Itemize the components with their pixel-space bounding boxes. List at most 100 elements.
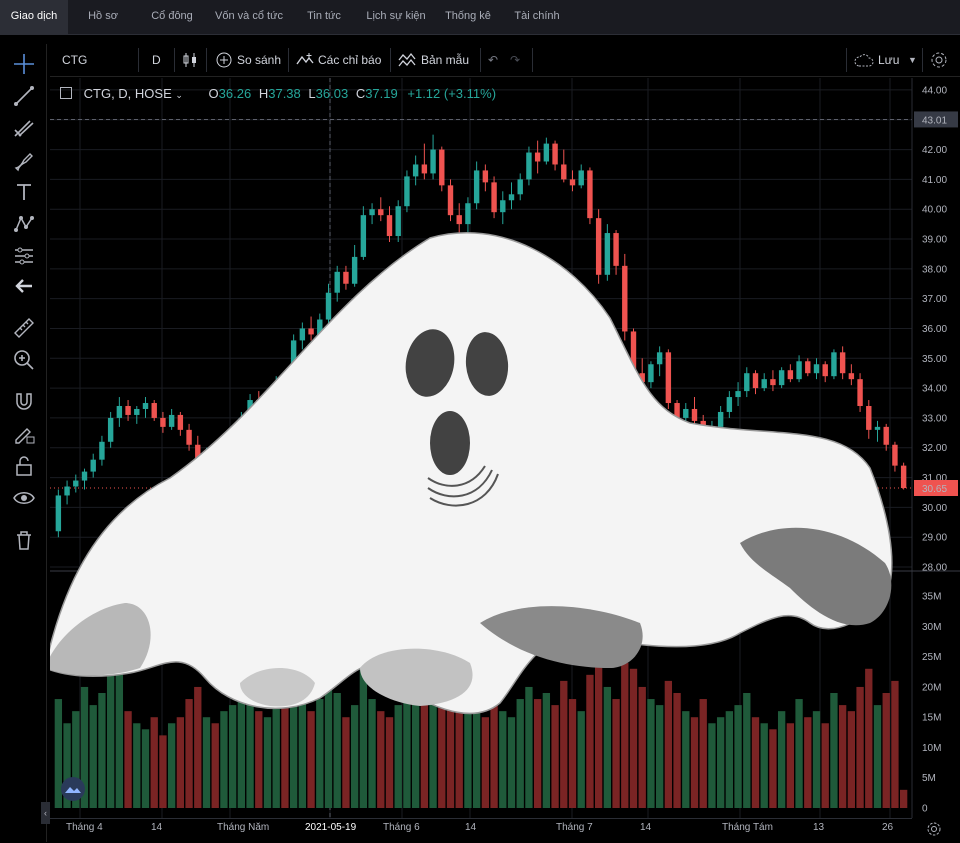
fib-tool-icon[interactable] bbox=[12, 116, 36, 140]
redo-icon[interactable]: ↷ bbox=[510, 44, 520, 76]
scroll-left-handle[interactable]: ‹ bbox=[41, 802, 50, 824]
price-tick-label: 38.00 bbox=[922, 264, 947, 275]
candle-body bbox=[473, 170, 480, 204]
volume-tick-label: 0 bbox=[922, 804, 928, 815]
volume-bar bbox=[594, 656, 603, 808]
x-tick-label: Tháng 4 bbox=[66, 822, 103, 833]
time-axis[interactable] bbox=[50, 818, 912, 843]
templates-icon[interactable] bbox=[398, 52, 416, 68]
volume-bar bbox=[786, 723, 795, 808]
text-tool-icon[interactable] bbox=[12, 180, 36, 204]
candle-body bbox=[81, 471, 88, 481]
crosshair-icon[interactable] bbox=[12, 52, 36, 76]
tab-von-va-co-tuc[interactable]: Vốn và cổ tức bbox=[210, 0, 288, 34]
tab-giao-dich[interactable]: Giao dịch bbox=[0, 0, 68, 34]
gear-icon[interactable] bbox=[926, 821, 942, 837]
tab-ho-so[interactable]: Hồ sơ bbox=[76, 0, 130, 34]
tab-lich-su-kien[interactable]: Lịch sự kiện bbox=[360, 0, 432, 34]
volume-bar bbox=[159, 735, 167, 808]
candle-body bbox=[508, 194, 515, 201]
templates-button[interactable]: Bản mẫu bbox=[421, 44, 469, 76]
volume-bar bbox=[795, 699, 803, 808]
ghost-illustration bbox=[50, 232, 893, 714]
price-tick-label: 40.00 bbox=[922, 205, 947, 216]
price-tick-label: 30.00 bbox=[922, 503, 947, 514]
volume-bar bbox=[533, 699, 542, 808]
candle-body bbox=[744, 373, 750, 392]
volume-bar bbox=[342, 717, 350, 808]
low-value: 36.03 bbox=[315, 86, 349, 101]
volume-tick-label: 30M bbox=[922, 622, 941, 633]
trash-icon[interactable] bbox=[12, 528, 36, 552]
volume-bar bbox=[202, 717, 211, 808]
save-button[interactable]: Lưu bbox=[878, 44, 899, 76]
candle-body bbox=[813, 364, 820, 374]
eye-icon[interactable] bbox=[12, 486, 36, 510]
volume-bar bbox=[673, 693, 681, 808]
change-value: +1.12 (+3.11%) bbox=[407, 86, 497, 101]
price-tick-label: 42.00 bbox=[922, 145, 947, 156]
tab-tai-chinh[interactable]: Tài chính bbox=[506, 0, 568, 34]
interval-button[interactable]: D bbox=[152, 44, 161, 76]
cloud-icon[interactable] bbox=[854, 53, 874, 67]
candle-body bbox=[805, 361, 811, 374]
volume-bar bbox=[176, 717, 185, 808]
volume-bar bbox=[655, 705, 664, 808]
chart-toolbar: CTG D So sánh Các chỉ báo Bản mẫu ↶ ↷ Lư… bbox=[50, 44, 960, 77]
close-value: 37.19 bbox=[365, 86, 398, 101]
zoom-in-icon[interactable] bbox=[12, 348, 36, 372]
x-tick-label: 26 bbox=[882, 822, 894, 833]
volume-tick-label: 25M bbox=[922, 652, 941, 663]
volume-bar bbox=[568, 699, 577, 808]
chevron-down-icon[interactable]: ⌄ bbox=[175, 90, 183, 100]
volume-bar bbox=[307, 711, 315, 808]
settings-icon[interactable] bbox=[930, 51, 948, 69]
candle-body bbox=[526, 152, 532, 180]
price-tick-label: 39.00 bbox=[922, 235, 947, 246]
x-tick-label: 13 bbox=[813, 822, 825, 833]
tab-tin-tuc[interactable]: Tin tức bbox=[298, 0, 350, 34]
volume-bar bbox=[708, 723, 716, 808]
tab-co-dong[interactable]: Cổ đông bbox=[142, 0, 202, 34]
indicators-icon[interactable] bbox=[296, 52, 314, 68]
pattern-icon[interactable] bbox=[12, 212, 36, 236]
magnet-icon[interactable] bbox=[12, 390, 36, 414]
volume-bar bbox=[394, 705, 402, 808]
candle-body bbox=[73, 480, 79, 487]
candles-icon[interactable] bbox=[182, 52, 198, 68]
candle-body bbox=[569, 179, 576, 186]
volume-bar bbox=[316, 699, 324, 808]
legend-title[interactable]: CTG, D, HOSE bbox=[84, 86, 172, 101]
candle-body bbox=[656, 352, 663, 365]
tab-thong-ke[interactable]: Thống kê bbox=[440, 0, 496, 34]
collapse-icon[interactable] bbox=[60, 87, 72, 99]
add-compare-icon[interactable] bbox=[216, 52, 232, 68]
unlock-icon[interactable] bbox=[12, 454, 36, 478]
projection-icon[interactable] bbox=[12, 244, 36, 268]
trendline-icon[interactable] bbox=[12, 84, 36, 108]
volume-tick-label: 20M bbox=[922, 682, 941, 693]
undo-icon[interactable]: ↶ bbox=[488, 44, 498, 76]
symbol-search[interactable]: CTG bbox=[62, 44, 87, 76]
candle-body bbox=[691, 408, 698, 421]
volume-bar bbox=[542, 693, 551, 808]
top-navigation: Giao dịch Hồ sơ Cổ đông Vốn và cổ tức Ti… bbox=[0, 0, 960, 35]
high-value: 37.38 bbox=[268, 86, 301, 101]
indicators-button[interactable]: Các chỉ báo bbox=[318, 44, 381, 76]
candle-body bbox=[177, 414, 184, 430]
price-tick-label: 32.00 bbox=[922, 443, 947, 454]
candle-body bbox=[325, 292, 332, 320]
candle-body bbox=[351, 256, 358, 284]
lock-drawing-icon[interactable] bbox=[12, 422, 36, 446]
brush-icon[interactable] bbox=[12, 148, 36, 172]
arrow-left-icon[interactable] bbox=[12, 274, 36, 298]
candle-body bbox=[465, 203, 471, 225]
candle-body bbox=[778, 370, 785, 386]
volume-tick-label: 5M bbox=[922, 773, 936, 784]
volume-bar bbox=[89, 705, 97, 808]
chevron-down-icon[interactable]: ▼ bbox=[908, 44, 917, 76]
ruler-icon[interactable] bbox=[12, 316, 36, 340]
compare-button[interactable]: So sánh bbox=[237, 44, 281, 76]
volume-bar bbox=[472, 699, 481, 808]
price-chart[interactable]: 44.0043.0042.0041.0040.0039.0038.0037.00… bbox=[50, 78, 960, 818]
